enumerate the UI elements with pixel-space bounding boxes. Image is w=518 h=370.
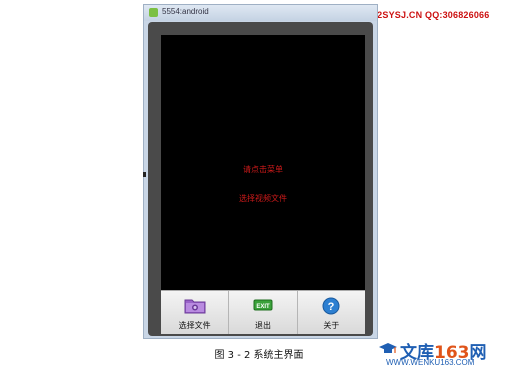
window-edge-mark (143, 172, 146, 177)
wenku-watermark-logo: 文库163网 WWW.WENKU163.COM (378, 338, 518, 368)
menu-item-exit[interactable]: EXIT 退出 (229, 291, 298, 334)
folder-icon (184, 296, 206, 318)
menu-label-about: 关于 (323, 321, 340, 330)
window-titlebar[interactable]: 5554:android (144, 5, 377, 21)
window-title: 5554:android (162, 7, 209, 16)
logo-url: WWW.WENKU163.COM (386, 358, 475, 367)
help-icon: ? (320, 296, 342, 320)
exit-icon: EXIT (252, 296, 274, 318)
app-screen: 请点击菜单 选择视频文件 选择文件 EXIT 退出 ? 关于 (161, 35, 365, 334)
svg-text:?: ? (328, 301, 335, 313)
menu-item-about[interactable]: ? 关于 (298, 291, 365, 334)
svg-text:EXIT: EXIT (256, 304, 270, 310)
device-frame: 请点击菜单 选择视频文件 选择文件 EXIT 退出 ? 关于 (148, 22, 373, 336)
android-app-icon (149, 8, 158, 17)
menu-label-exit: 退出 (254, 321, 271, 330)
menu-item-select-file[interactable]: 选择文件 (161, 291, 230, 334)
options-menu: 选择文件 EXIT 退出 ? 关于 (161, 290, 365, 334)
emulator-window: 5554:android 请点击菜单 选择视频文件 选择文件 EXIT 退出 ?… (143, 4, 378, 339)
hint-message: 请点击菜单 (243, 165, 283, 174)
menu-label-select-file: 选择文件 (178, 321, 211, 330)
hint-message-secondary: 选择视频文件 (239, 194, 287, 203)
